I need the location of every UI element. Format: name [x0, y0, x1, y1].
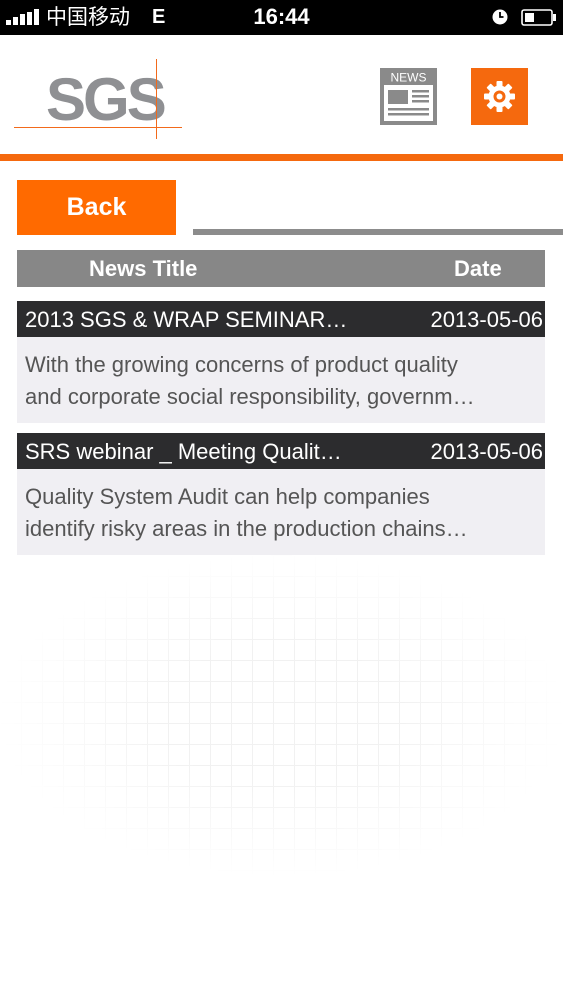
news-date: 2013-05-06	[430, 307, 543, 332]
gear-icon	[484, 81, 515, 112]
news-button[interactable]: NEWS	[380, 68, 437, 125]
news-summary-line: With the growing concerns of product qua…	[25, 352, 458, 377]
news-icon: NEWS	[380, 68, 437, 125]
news-item-header: 2013 SGS & WRAP SEMINAR… 2013-05-06	[17, 301, 545, 337]
sgs-logo: SGS	[14, 57, 182, 141]
news-summary: With the growing concerns of product qua…	[17, 337, 545, 423]
back-button[interactable]: Back	[17, 180, 176, 235]
news-item-header: SRS webinar _ Meeting Qualit… 2013-05-06	[17, 433, 545, 469]
app-screen: SGS NEWS Back News Title Date 2013 SGS &…	[0, 35, 563, 1000]
status-time: 16:44	[253, 4, 310, 29]
alarm-icon	[492, 9, 508, 25]
news-title: SRS webinar _ Meeting Qualit…	[25, 439, 342, 464]
news-item[interactable]: SRS webinar _ Meeting Qualit… 2013-05-06…	[17, 433, 545, 555]
header-divider	[0, 154, 563, 161]
grid-background	[0, 555, 563, 875]
news-icon-text: NEWS	[391, 71, 427, 85]
news-table-header: News Title Date	[17, 250, 545, 287]
back-row-divider	[193, 229, 563, 235]
battery-icon	[521, 9, 556, 26]
news-summary-line: Quality System Audit can help companies	[25, 484, 430, 509]
logo-text: SGS	[46, 66, 167, 133]
news-title: 2013 SGS & WRAP SEMINAR…	[25, 307, 348, 332]
news-item[interactable]: 2013 SGS & WRAP SEMINAR… 2013-05-06 With…	[17, 301, 545, 423]
news-summary: Quality System Audit can help companies …	[17, 469, 545, 555]
status-bar: 中国移动 E 16:44	[0, 0, 563, 35]
news-summary-line: identify risky areas in the production c…	[25, 516, 468, 541]
column-header-date: Date	[454, 256, 502, 281]
logo-rule-vertical	[156, 59, 157, 139]
column-header-title: News Title	[89, 256, 198, 281]
news-summary-line: and corporate social responsibility, gov…	[25, 384, 475, 409]
settings-button[interactable]	[471, 68, 528, 125]
news-date: 2013-05-06	[430, 439, 543, 464]
